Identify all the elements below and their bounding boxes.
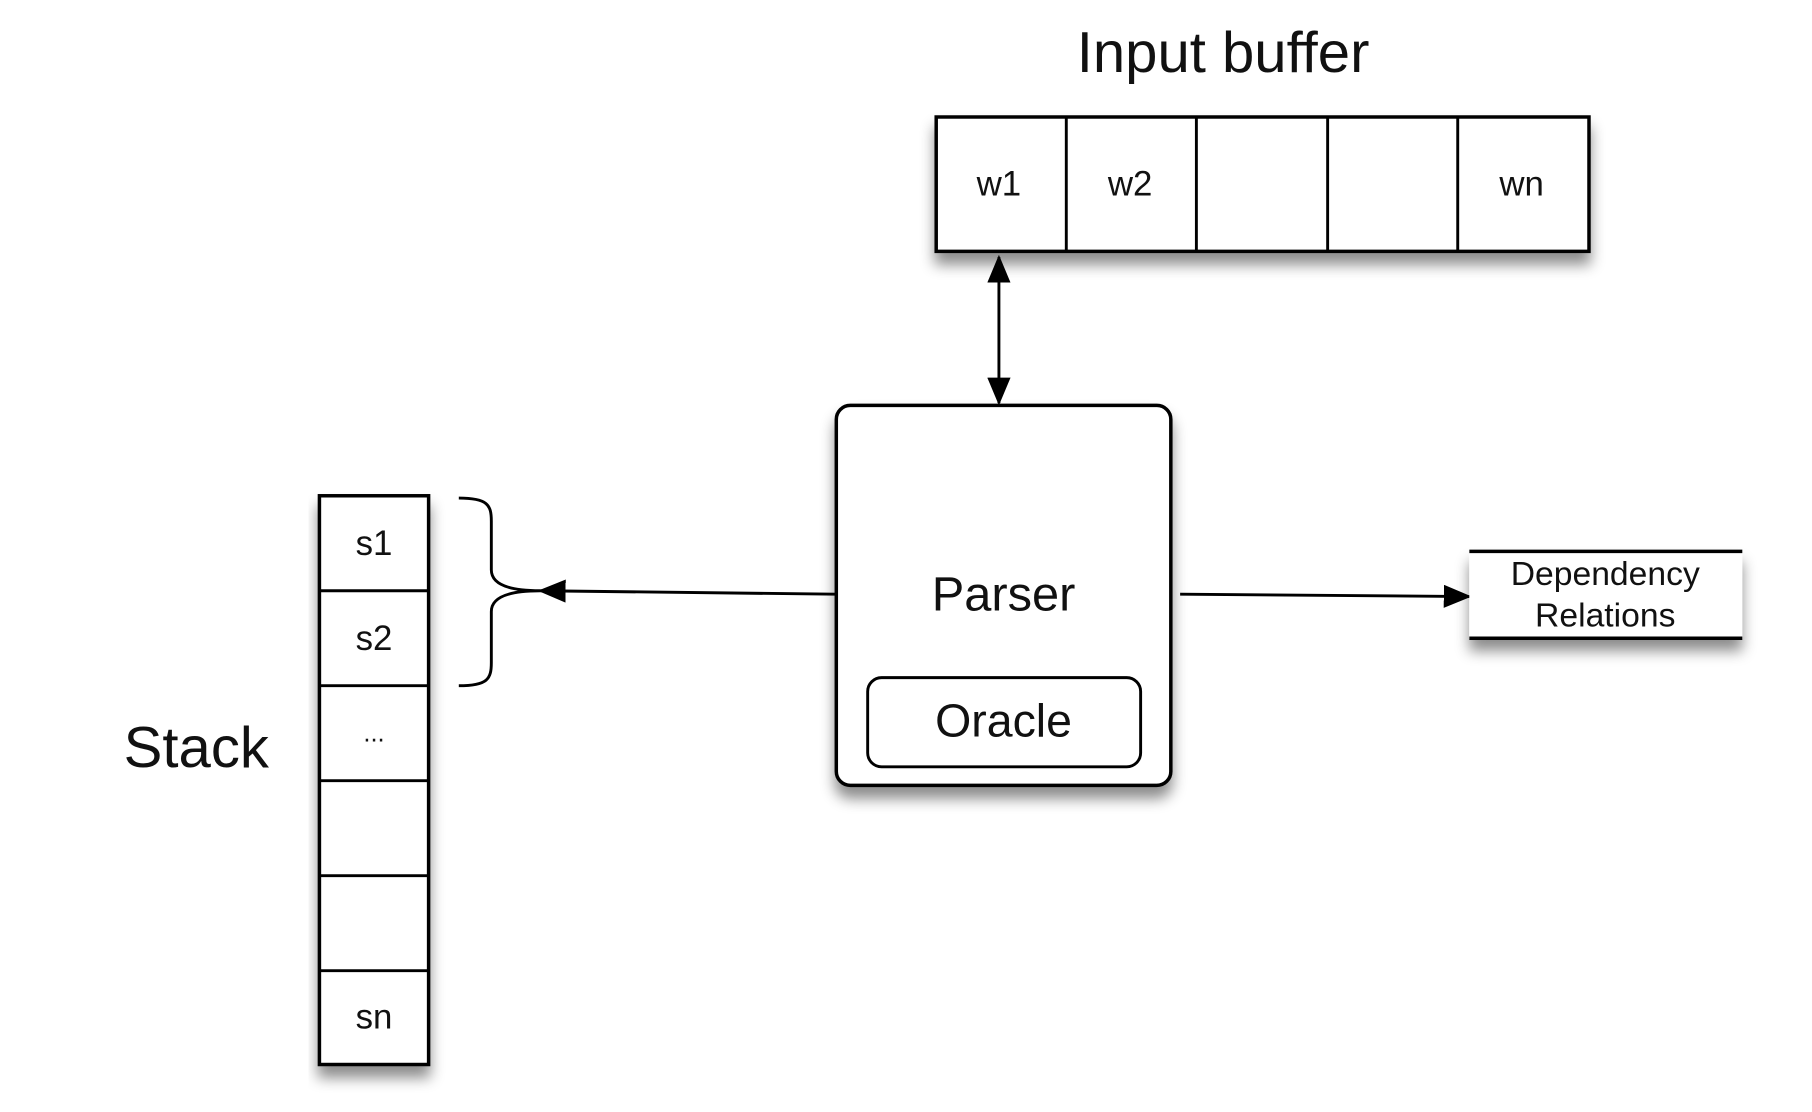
buffer-cell: wn: [1498, 166, 1544, 204]
brace: [458, 496, 541, 688]
dependency-relations-box: Dependency Relations: [1469, 549, 1743, 640]
dependency-label-line1: Dependency: [1511, 556, 1700, 593]
parser-diagram: Input buffer w1 w2 wn Parser Oracle Depe…: [124, 21, 1743, 1067]
stack-cell: s2: [356, 620, 393, 658]
stack-title: Stack: [124, 716, 270, 780]
input-buffer-title: Input buffer: [1077, 21, 1370, 85]
oracle-label: Oracle: [935, 695, 1072, 747]
dependency-label-line2: Relations: [1535, 598, 1675, 635]
stack-cell: sn: [356, 999, 393, 1037]
parser-output-arrow: [1180, 584, 1472, 608]
input-buffer: w1 w2 wn: [934, 115, 1591, 254]
parser-box: Parser Oracle: [834, 403, 1173, 788]
stack-cell: ...: [363, 719, 384, 747]
buffer-cell: w1: [976, 166, 1022, 204]
stack-cell: s1: [356, 525, 393, 563]
stack: s1 s2 ... sn: [317, 494, 431, 1067]
buffer-cell: w2: [1107, 166, 1153, 204]
parser-label: Parser: [932, 568, 1076, 622]
parser-stack-arrow: [537, 579, 837, 603]
